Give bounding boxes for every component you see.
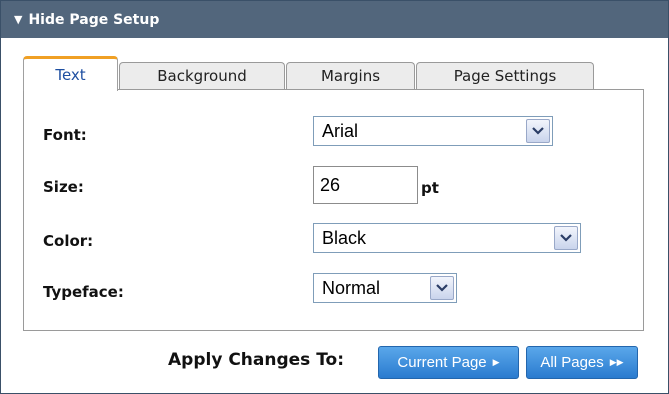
tab-page-settings[interactable]: Page Settings: [416, 62, 594, 89]
page-setup-panel: ▼ Hide Page Setup Text Background Margin…: [0, 0, 669, 394]
tab-label: Page Settings: [453, 67, 557, 85]
size-label: Size:: [43, 178, 84, 196]
double-arrow-right-icon: ▶▶: [609, 357, 624, 367]
tab-background[interactable]: Background: [119, 62, 285, 89]
color-select[interactable]: Black: [313, 223, 581, 253]
font-select[interactable]: Arial: [313, 116, 553, 146]
font-label: Font:: [43, 126, 87, 144]
button-label: All Pages: [540, 354, 604, 371]
chevron-down-icon[interactable]: [526, 119, 550, 143]
tab-margins[interactable]: Margins: [286, 62, 415, 89]
tab-label: Background: [157, 67, 247, 85]
hide-page-setup-toggle[interactable]: ▼ Hide Page Setup: [1, 1, 668, 38]
apply-current-page-button[interactable]: Current Page ▶: [378, 346, 519, 379]
triangle-down-icon: ▼: [14, 13, 23, 26]
apply-all-pages-button[interactable]: All Pages ▶▶: [526, 346, 638, 379]
header-title: Hide Page Setup: [28, 11, 160, 28]
typeface-label: Typeface:: [43, 283, 124, 301]
size-input[interactable]: [313, 166, 418, 204]
typeface-select[interactable]: Normal: [313, 273, 457, 303]
tab-label: Text: [55, 66, 86, 84]
text-settings-pane: Font: Arial Size: pt Color: Black Typefa…: [23, 89, 644, 331]
font-select-value: Arial: [322, 120, 359, 141]
typeface-select-value: Normal: [322, 277, 381, 298]
chevron-down-icon[interactable]: [430, 276, 454, 300]
arrow-right-icon: ▶: [492, 357, 500, 367]
color-select-value: Black: [322, 227, 367, 248]
chevron-down-icon[interactable]: [554, 226, 578, 250]
size-unit: pt: [421, 179, 439, 197]
color-label: Color:: [43, 232, 94, 250]
tab-text[interactable]: Text: [23, 56, 118, 91]
button-label: Current Page: [397, 354, 487, 371]
apply-changes-label: Apply Changes To:: [168, 350, 345, 370]
tab-label: Margins: [320, 67, 381, 85]
